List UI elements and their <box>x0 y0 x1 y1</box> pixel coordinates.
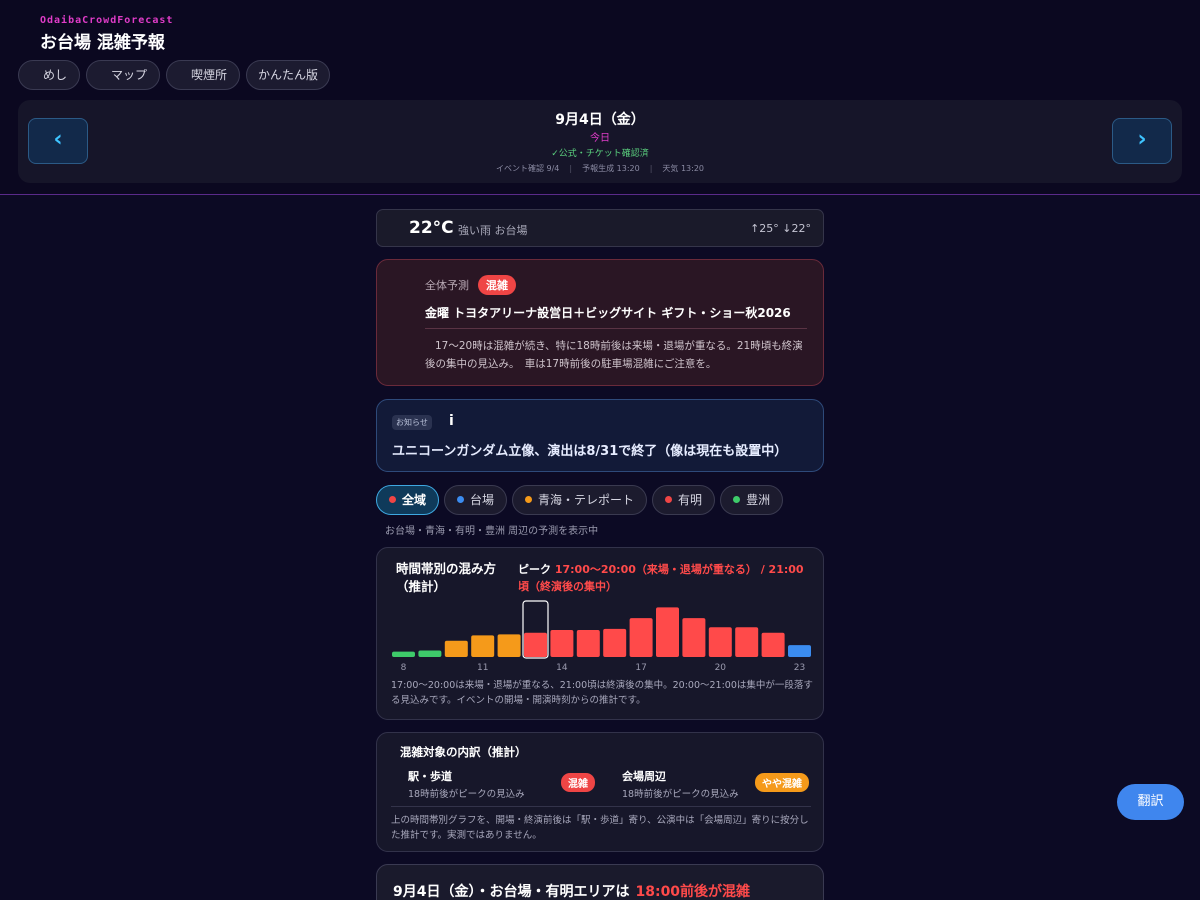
x-tick-label: 11 <box>477 663 488 673</box>
x-tick-label: 20 <box>715 663 727 673</box>
bar-hour-8[interactable] <box>392 651 415 657</box>
summary-lead: 9月4日（金）・お台場・有明エリアは <box>393 884 630 900</box>
area-dot-icon <box>525 496 533 503</box>
area-label: 有明 <box>678 493 703 507</box>
area-note: お台場・青海・有明・豊洲 周辺の予測を表示中 <box>385 526 599 537</box>
x-tick-label: 8 <box>401 663 407 673</box>
breakdown-sub: 18時前後がピークの見込み <box>408 789 525 800</box>
bar-hour-18[interactable] <box>656 607 679 657</box>
area-ariake[interactable]: 有明 <box>652 485 716 515</box>
bar-hour-10[interactable] <box>444 640 468 657</box>
area-dot-icon <box>389 496 396 503</box>
divider <box>391 806 811 807</box>
breakdown-note: 上の時間帯別グラフを、開場・終演前後は「駅・歩道」寄り、公演中は「会場周辺」寄り… <box>391 815 809 841</box>
breakdown-name: 駅・歩道 <box>408 770 452 783</box>
hourly-bar-chart[interactable]: 8 11 14 17 20 23 <box>377 548 825 678</box>
area-toyosu[interactable]: 豊洲 <box>720 485 784 515</box>
bar-hour-22[interactable] <box>761 632 785 657</box>
status-badge: 混雑 <box>561 773 595 792</box>
bar-hour-14[interactable] <box>550 630 574 657</box>
tab-map[interactable]: マップ <box>86 60 161 90</box>
event-check: イベント確認 9/4 <box>495 164 560 173</box>
divider <box>425 328 807 329</box>
bar-hour-13[interactable] <box>524 632 547 657</box>
breakdown-station: 駅・歩道 18時前後がピークの見込み <box>408 768 525 800</box>
top-header: OdaibaCrowdForecast お台場 混雑予報 めし マップ 喫煙所 … <box>0 0 1200 195</box>
event-title: 金曜 トヨタアリーナ設営日＋ビッグサイト ギフト・ショー秋2026 <box>425 306 791 320</box>
info-icon: i <box>449 413 454 429</box>
hourly-chart-card: 時間帯別の混み方（推計） ピーク 17:00〜20:00（来場・退場が重なる） … <box>376 547 824 720</box>
overall-description: 17〜20時は混雑が続き、特に18時前後は来場・退場が重なる。21時頃も終演後の… <box>425 340 803 370</box>
tab-meshi[interactable]: めし <box>18 60 81 90</box>
area-dot-icon <box>733 496 741 503</box>
high-low-temp: ↑25° ↓22° <box>750 222 811 235</box>
bar-hour-19[interactable] <box>682 618 706 657</box>
weather-card: 22°C 強い雨 お台場 ↑25° ↓22° <box>376 209 824 247</box>
bar-hour-15[interactable] <box>576 630 600 657</box>
notice-tag: お知らせ <box>392 415 432 430</box>
bar-hour-21[interactable] <box>735 627 759 657</box>
area-filter: 全域 台場 青海・テレポート 有明 豊洲 <box>376 485 784 515</box>
area-all[interactable]: 全域 <box>376 485 440 515</box>
status-badge: 混雑 <box>478 275 516 295</box>
bar-hour-11[interactable] <box>471 635 495 657</box>
brand-english: OdaibaCrowdForecast <box>40 15 174 26</box>
area-label: 青海・テレポート <box>538 493 635 507</box>
breakdown-title: 混雑対象の内訳（推計） <box>400 745 527 759</box>
breakdown-card: 混雑対象の内訳（推計） 駅・歩道 18時前後がピークの見込み 混雑 会場周辺 1… <box>376 732 824 852</box>
temperature: 22°C <box>409 218 454 238</box>
current-date: 9月4日（金） <box>555 112 645 128</box>
weather-description: 強い雨 お台場 <box>458 224 528 237</box>
breakdown-name: 会場周辺 <box>622 770 666 783</box>
verified-label: ✓公式・チケット確認済 <box>551 149 649 159</box>
x-tick-label: 23 <box>794 663 805 673</box>
tab-smoking[interactable]: 喫煙所 <box>166 60 241 90</box>
notice-text: ユニコーンガンダム立像、演出は8/31で終了（像は現在も設置中） <box>392 444 788 459</box>
bar-hour-9[interactable] <box>418 650 442 657</box>
tab-simple[interactable]: かんたん版 <box>246 60 331 90</box>
date-navigator: ‹ 9月4日（金） 今日 ✓公式・チケット確認済 イベント確認 9/4 | 予報生成… <box>18 100 1182 183</box>
area-label: 全域 <box>402 493 427 507</box>
today-label: 今日 <box>590 133 610 144</box>
update-meta: イベント確認 9/4 | 予報生成 13:20 | 天気 13:20 <box>495 164 705 173</box>
overall-label: 全体予測 <box>425 279 469 292</box>
bar-hour-16[interactable] <box>603 628 627 657</box>
status-badge: やや混雑 <box>755 773 809 792</box>
area-daiba[interactable]: 台場 <box>444 485 508 515</box>
notice-card[interactable]: お知らせ i ユニコーンガンダム立像、演出は8/31で終了（像は現在も設置中） <box>376 399 824 472</box>
bar-hour-20[interactable] <box>708 627 732 657</box>
x-tick-label: 14 <box>556 663 568 673</box>
area-label: 豊洲 <box>746 493 771 507</box>
page-title: お台場 混雑予報 <box>40 33 165 53</box>
area-label: 台場 <box>470 493 495 507</box>
x-tick-label: 17 <box>635 663 646 673</box>
summary-highlight: 18:00前後が混雑 <box>635 884 751 900</box>
bar-hour-12[interactable] <box>497 634 521 657</box>
chart-note: 17:00〜20:00は来場・退場が重なる、21:00頃は終演後の集中。20:0… <box>391 680 813 706</box>
bar-hour-23[interactable] <box>788 645 811 657</box>
forecast-generated: 予報生成 13:20 <box>582 164 640 173</box>
bar-hour-17[interactable] <box>629 618 653 657</box>
summary-card: 9月4日（金）・お台場・有明エリアは 18:00前後が混雑 <box>376 864 824 900</box>
translate-button[interactable]: 翻訳 <box>1117 784 1184 820</box>
nav-tabs: めし マップ 喫煙所 かんたん版 <box>18 60 331 90</box>
summary-text: 9月4日（金）・お台場・有明エリアは 18:00前後が混雑 <box>393 881 750 900</box>
area-aomi[interactable]: 青海・テレポート <box>512 485 648 515</box>
weather-time: 天気 13:20 <box>662 164 705 173</box>
area-dot-icon <box>457 496 465 503</box>
overall-forecast-card: 全体予測 混雑 金曜 トヨタアリーナ設営日＋ビッグサイト ギフト・ショー秋202… <box>376 259 824 386</box>
area-dot-icon <box>665 496 673 503</box>
next-day-button[interactable]: › <box>1112 118 1172 164</box>
breakdown-sub: 18時前後がピークの見込み <box>622 789 739 800</box>
breakdown-venue: 会場周辺 18時前後がピークの見込み <box>622 768 739 800</box>
